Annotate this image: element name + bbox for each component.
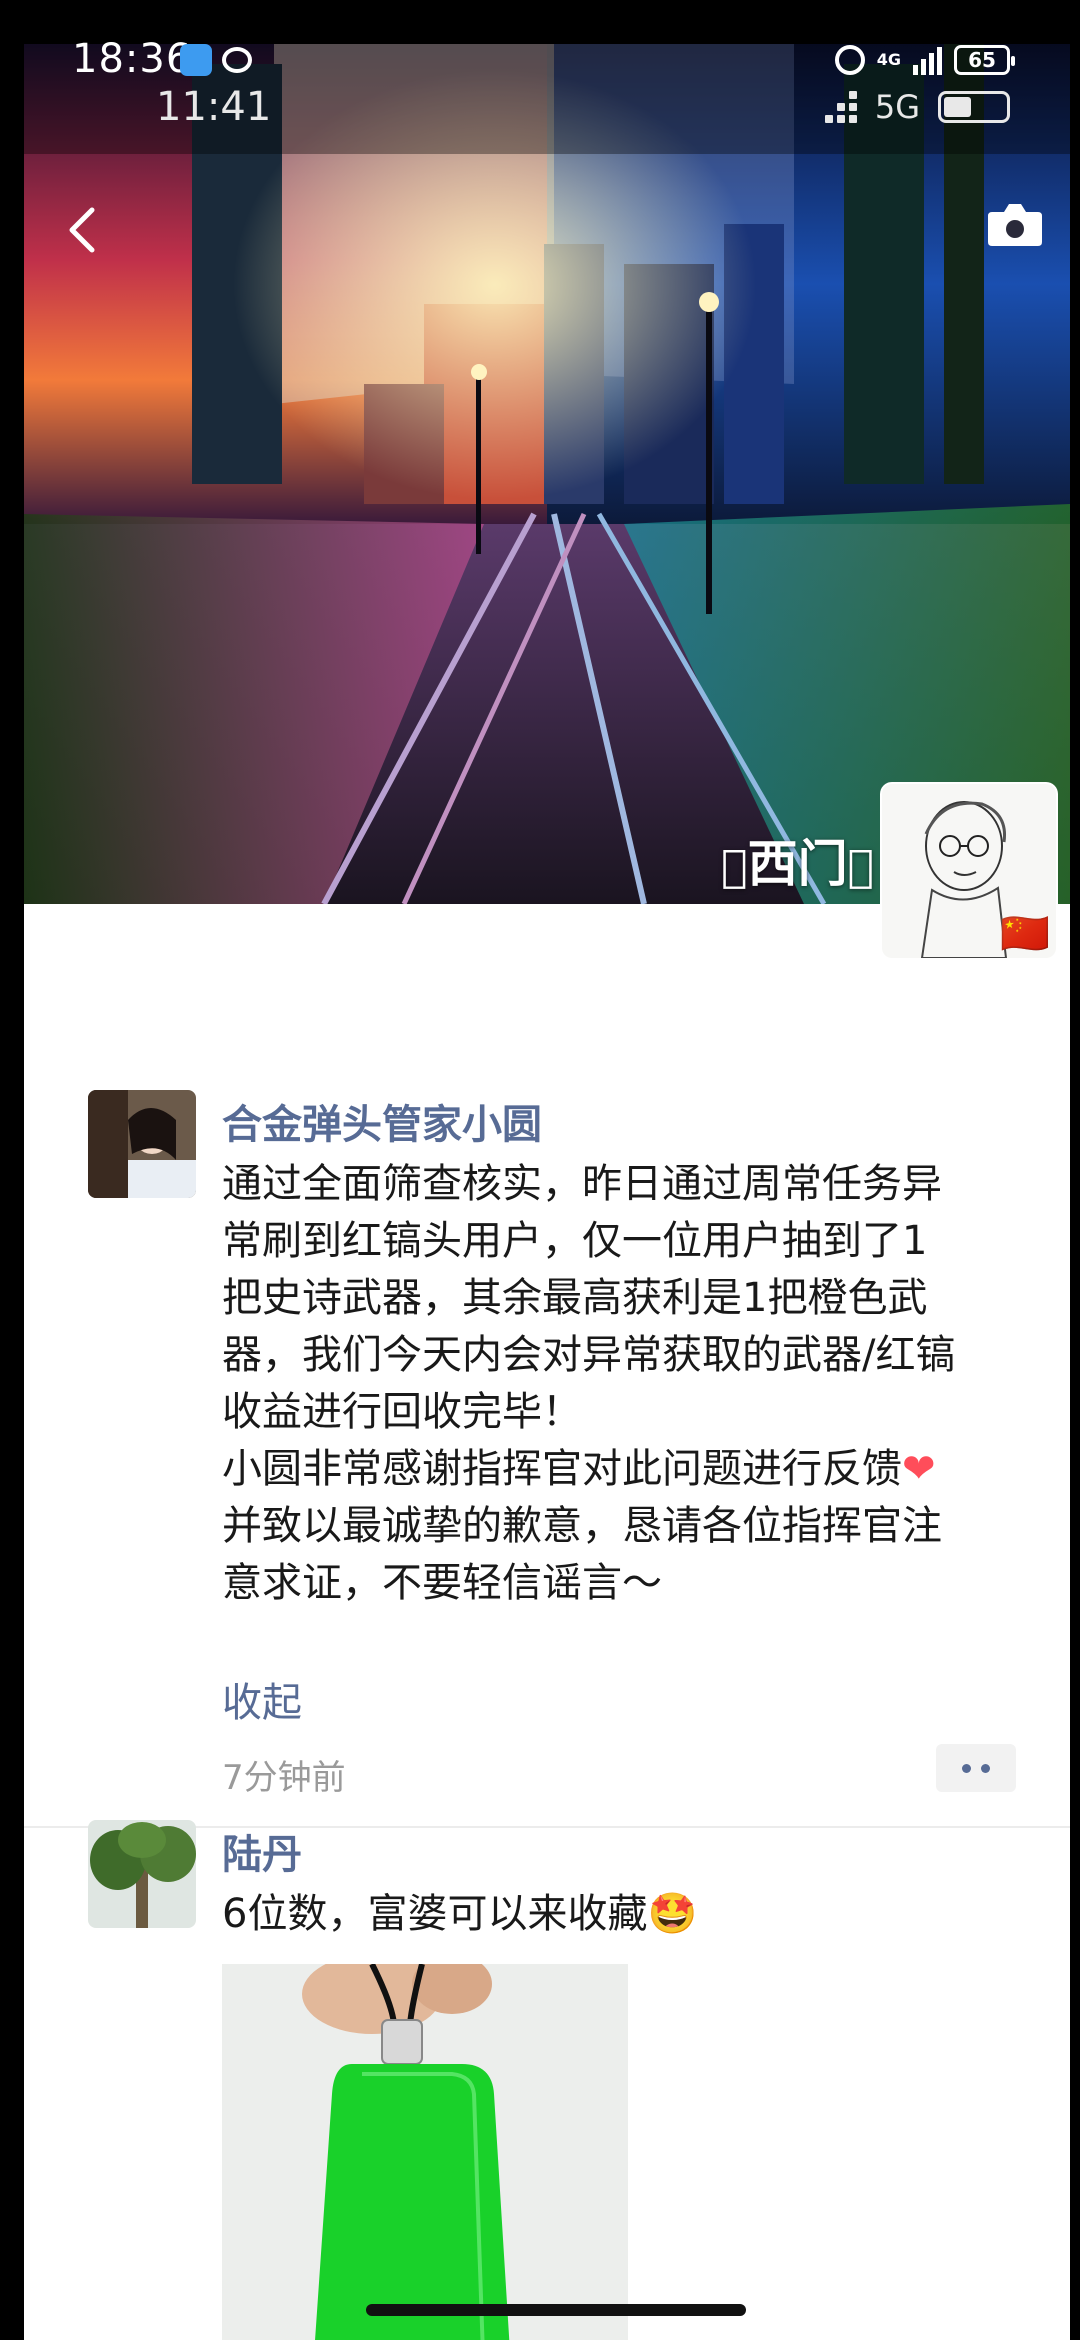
post-line: 把史诗武器，其余最高获利是1把橙色武 — [222, 1275, 928, 1321]
network-type-label: 4G — [876, 50, 901, 69]
home-indicator[interactable] — [366, 2304, 746, 2316]
signal-icon — [913, 45, 942, 75]
back-chevron-icon — [69, 207, 95, 253]
post-line: 小圆非常感谢指挥官对此问题进行反馈 — [222, 1446, 902, 1492]
battery-icon: 65 — [954, 45, 1015, 75]
profile-avatar[interactable]: 🇨🇳 — [882, 784, 1056, 958]
camera-button[interactable] — [980, 194, 1050, 254]
author-avatar[interactable] — [88, 1820, 196, 1928]
apple-logo-icon:  — [721, 841, 747, 892]
post-line: 意求证，不要轻信谣言～ — [222, 1560, 662, 1606]
alarm-icon — [834, 45, 865, 75]
apple-logo-icon:  — [848, 841, 874, 892]
post-line: 并致以最诚挚的歉意，恳请各位指挥官注 — [222, 1503, 942, 1549]
profile-username-text: 西门 — [747, 835, 848, 893]
outer-status-bar: 18:36 4G 65 — [0, 0, 1080, 110]
post-line-with-heart: 小圆非常感谢指挥官对此问题进行反馈❤ — [222, 1441, 1022, 1498]
browser-notification-icon — [180, 44, 212, 76]
collapse-link[interactable]: 收起 — [222, 1670, 302, 1728]
more-options-icon — [981, 1763, 990, 1773]
back-button[interactable] — [54, 194, 114, 264]
outer-status-right: 4G 65 — [834, 40, 1015, 80]
more-options-icon — [962, 1763, 971, 1773]
profile-username: 西门 — [721, 824, 874, 896]
avatar-photo — [88, 1820, 196, 1928]
moments-page: 11:41 5G 西门 🇨🇳 合金弹头管家小圆 通过全面筛查核实，昨日通过周常任… — [24, 44, 1070, 2340]
china-flag-icon: 🇨🇳 — [1000, 911, 1050, 957]
post-timestamp: 7分钟前 — [222, 1758, 346, 1798]
post-line: 6位数，富婆可以来收藏 — [222, 1891, 648, 1937]
post-line: 收益进行回收完毕！ — [222, 1389, 582, 1435]
post-text: 6位数，富婆可以来收藏🤩 — [222, 1886, 1022, 1943]
camera-icon — [988, 204, 1042, 246]
cover-image[interactable] — [24, 44, 1070, 904]
post-line: 常刷到红镐头用户，仅一位用户抽到了1 — [222, 1218, 928, 1264]
post-line: 通过全面筛查核实，昨日通过周常任务异 — [222, 1161, 942, 1207]
author-avatar[interactable] — [88, 1090, 196, 1198]
star-eyes-emoji-icon: 🤩 — [647, 1891, 698, 1937]
post-text: 通过全面筛查核实，昨日通过周常任务异 常刷到红镐头用户，仅一位用户抽到了1 把史… — [222, 1156, 1022, 1612]
jade-pendant-photo — [222, 1964, 628, 2340]
screen: 18:36 4G 65 11:41 5G 西门 🇨🇳 合金弹头管家小圆 通过全面… — [0, 0, 1080, 2340]
cover-illustration — [24, 44, 1070, 904]
outer-clock: 18:36 — [72, 36, 193, 82]
avatar-photo — [88, 1090, 196, 1198]
heart-emoji-icon: ❤ — [902, 1446, 936, 1492]
wechat-notification-icon — [222, 47, 252, 73]
author-name[interactable]: 合金弹头管家小圆 — [222, 1092, 542, 1150]
post-line: 器，我们今天内会对异常获取的武器/红镐 — [222, 1332, 956, 1378]
post-image[interactable] — [222, 1964, 628, 2340]
post-line-with-emoji: 6位数，富婆可以来收藏🤩 — [222, 1886, 1022, 1943]
author-name[interactable]: 陆丹 — [222, 1822, 302, 1880]
battery-level-text: 65 — [968, 48, 996, 72]
more-options-button[interactable] — [936, 1744, 1016, 1792]
